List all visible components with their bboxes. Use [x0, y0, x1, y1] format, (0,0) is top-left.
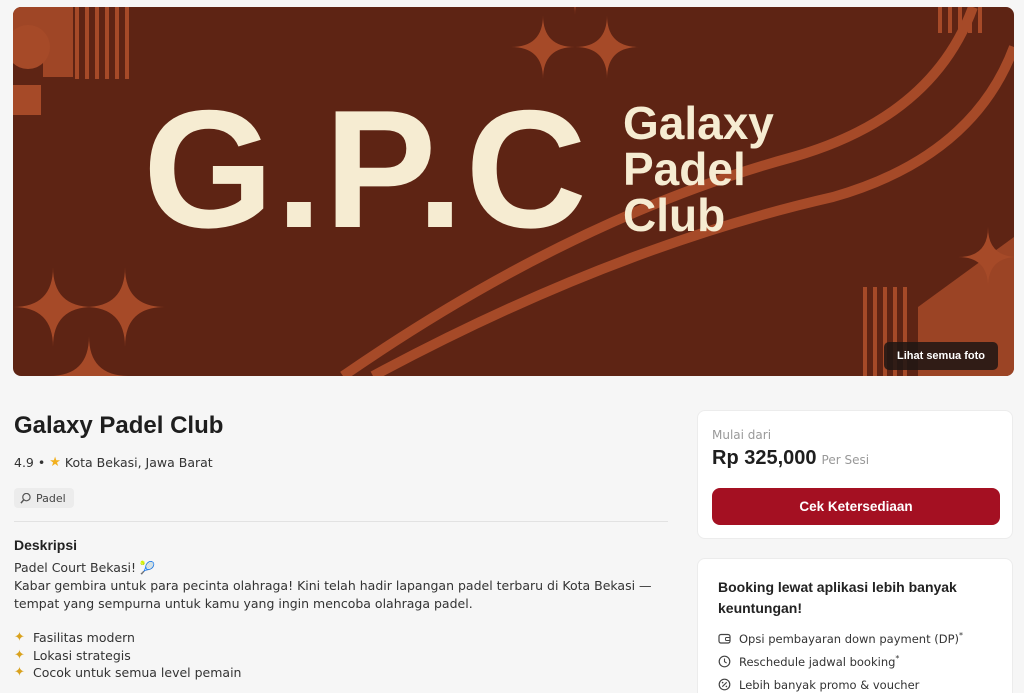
app-promo-card: Booking lewat aplikasi lebih banyak keun… [697, 558, 1013, 693]
list-item: ✦ Lokasi strategis [14, 647, 131, 663]
price-amount: Rp 325,000 [712, 447, 817, 469]
benefit-item: Reschedule jadwal booking* [718, 654, 899, 669]
description-body: Kabar gembira untuk para pecinta olahrag… [14, 578, 652, 611]
clock-icon [718, 655, 731, 668]
description-text: Padel Court Bekasi! 🎾 Kabar gembira untu… [14, 559, 674, 613]
price-unit: Per Sesi [821, 453, 870, 467]
sport-tag-label: Padel [36, 491, 66, 505]
promo-title: Booking lewat aplikasi lebih banyak keun… [718, 579, 957, 616]
feature-list: ✦ Fasilitas modern ✦ Lokasi strategis ✦ … [14, 629, 241, 682]
description-heading: Deskripsi [14, 537, 78, 553]
venue-meta: 4.9 • ★ Kota Bekasi, Jawa Barat [14, 455, 213, 470]
benefit-label: Opsi pembayaran down payment (DP)* [739, 631, 964, 646]
section-divider [14, 521, 668, 522]
list-item: ✦ Cocok untuk semua level pemain [14, 665, 242, 680]
gpc-logo: G.P.C [143, 75, 589, 263]
padel-racket-icon [20, 492, 31, 504]
star-icon: ★ [49, 455, 61, 470]
view-all-photos-button[interactable]: Lihat semua foto [883, 342, 998, 370]
price-label: Mulai dari [712, 428, 772, 442]
check-availability-button[interactable]: Cek Ketersediaan [712, 488, 1000, 525]
sparkle-icon: ✦ [14, 647, 25, 663]
benefit-label: Lebih banyak promo & voucher [739, 677, 920, 692]
benefit-item: Lebih banyak promo & voucher [718, 677, 919, 692]
price: Rp 325,000 Per Sesi [712, 447, 869, 470]
venue-rating: 4.9 [14, 455, 34, 470]
discount-badge-icon [718, 678, 731, 691]
meta-separator: • [37, 455, 46, 470]
sport-tag: Padel [14, 488, 74, 508]
benefit-item: Opsi pembayaran down payment (DP)* [718, 631, 963, 646]
benefit-label: Reschedule jadwal booking* [739, 654, 900, 669]
price-card: Mulai dari Rp 325,000 Per Sesi Cek Keter… [697, 410, 1013, 539]
venue-title: Galaxy Padel Club [14, 412, 224, 439]
description-headline: Padel Court Bekasi! 🎾 [14, 560, 156, 575]
venue-location: Kota Bekasi, Jawa Barat [64, 455, 213, 470]
list-item: ✦ Fasilitas modern [14, 630, 135, 645]
sparkle-icon: ✦ [14, 630, 25, 645]
gpc-logo-subtitle: Galaxy Padel Club [623, 97, 774, 241]
wallet-icon [718, 632, 731, 645]
sparkle-icon: ✦ [14, 665, 25, 680]
hero-banner[interactable]: G.P.C Galaxy Padel Club Lihat semua foto [13, 7, 1014, 376]
